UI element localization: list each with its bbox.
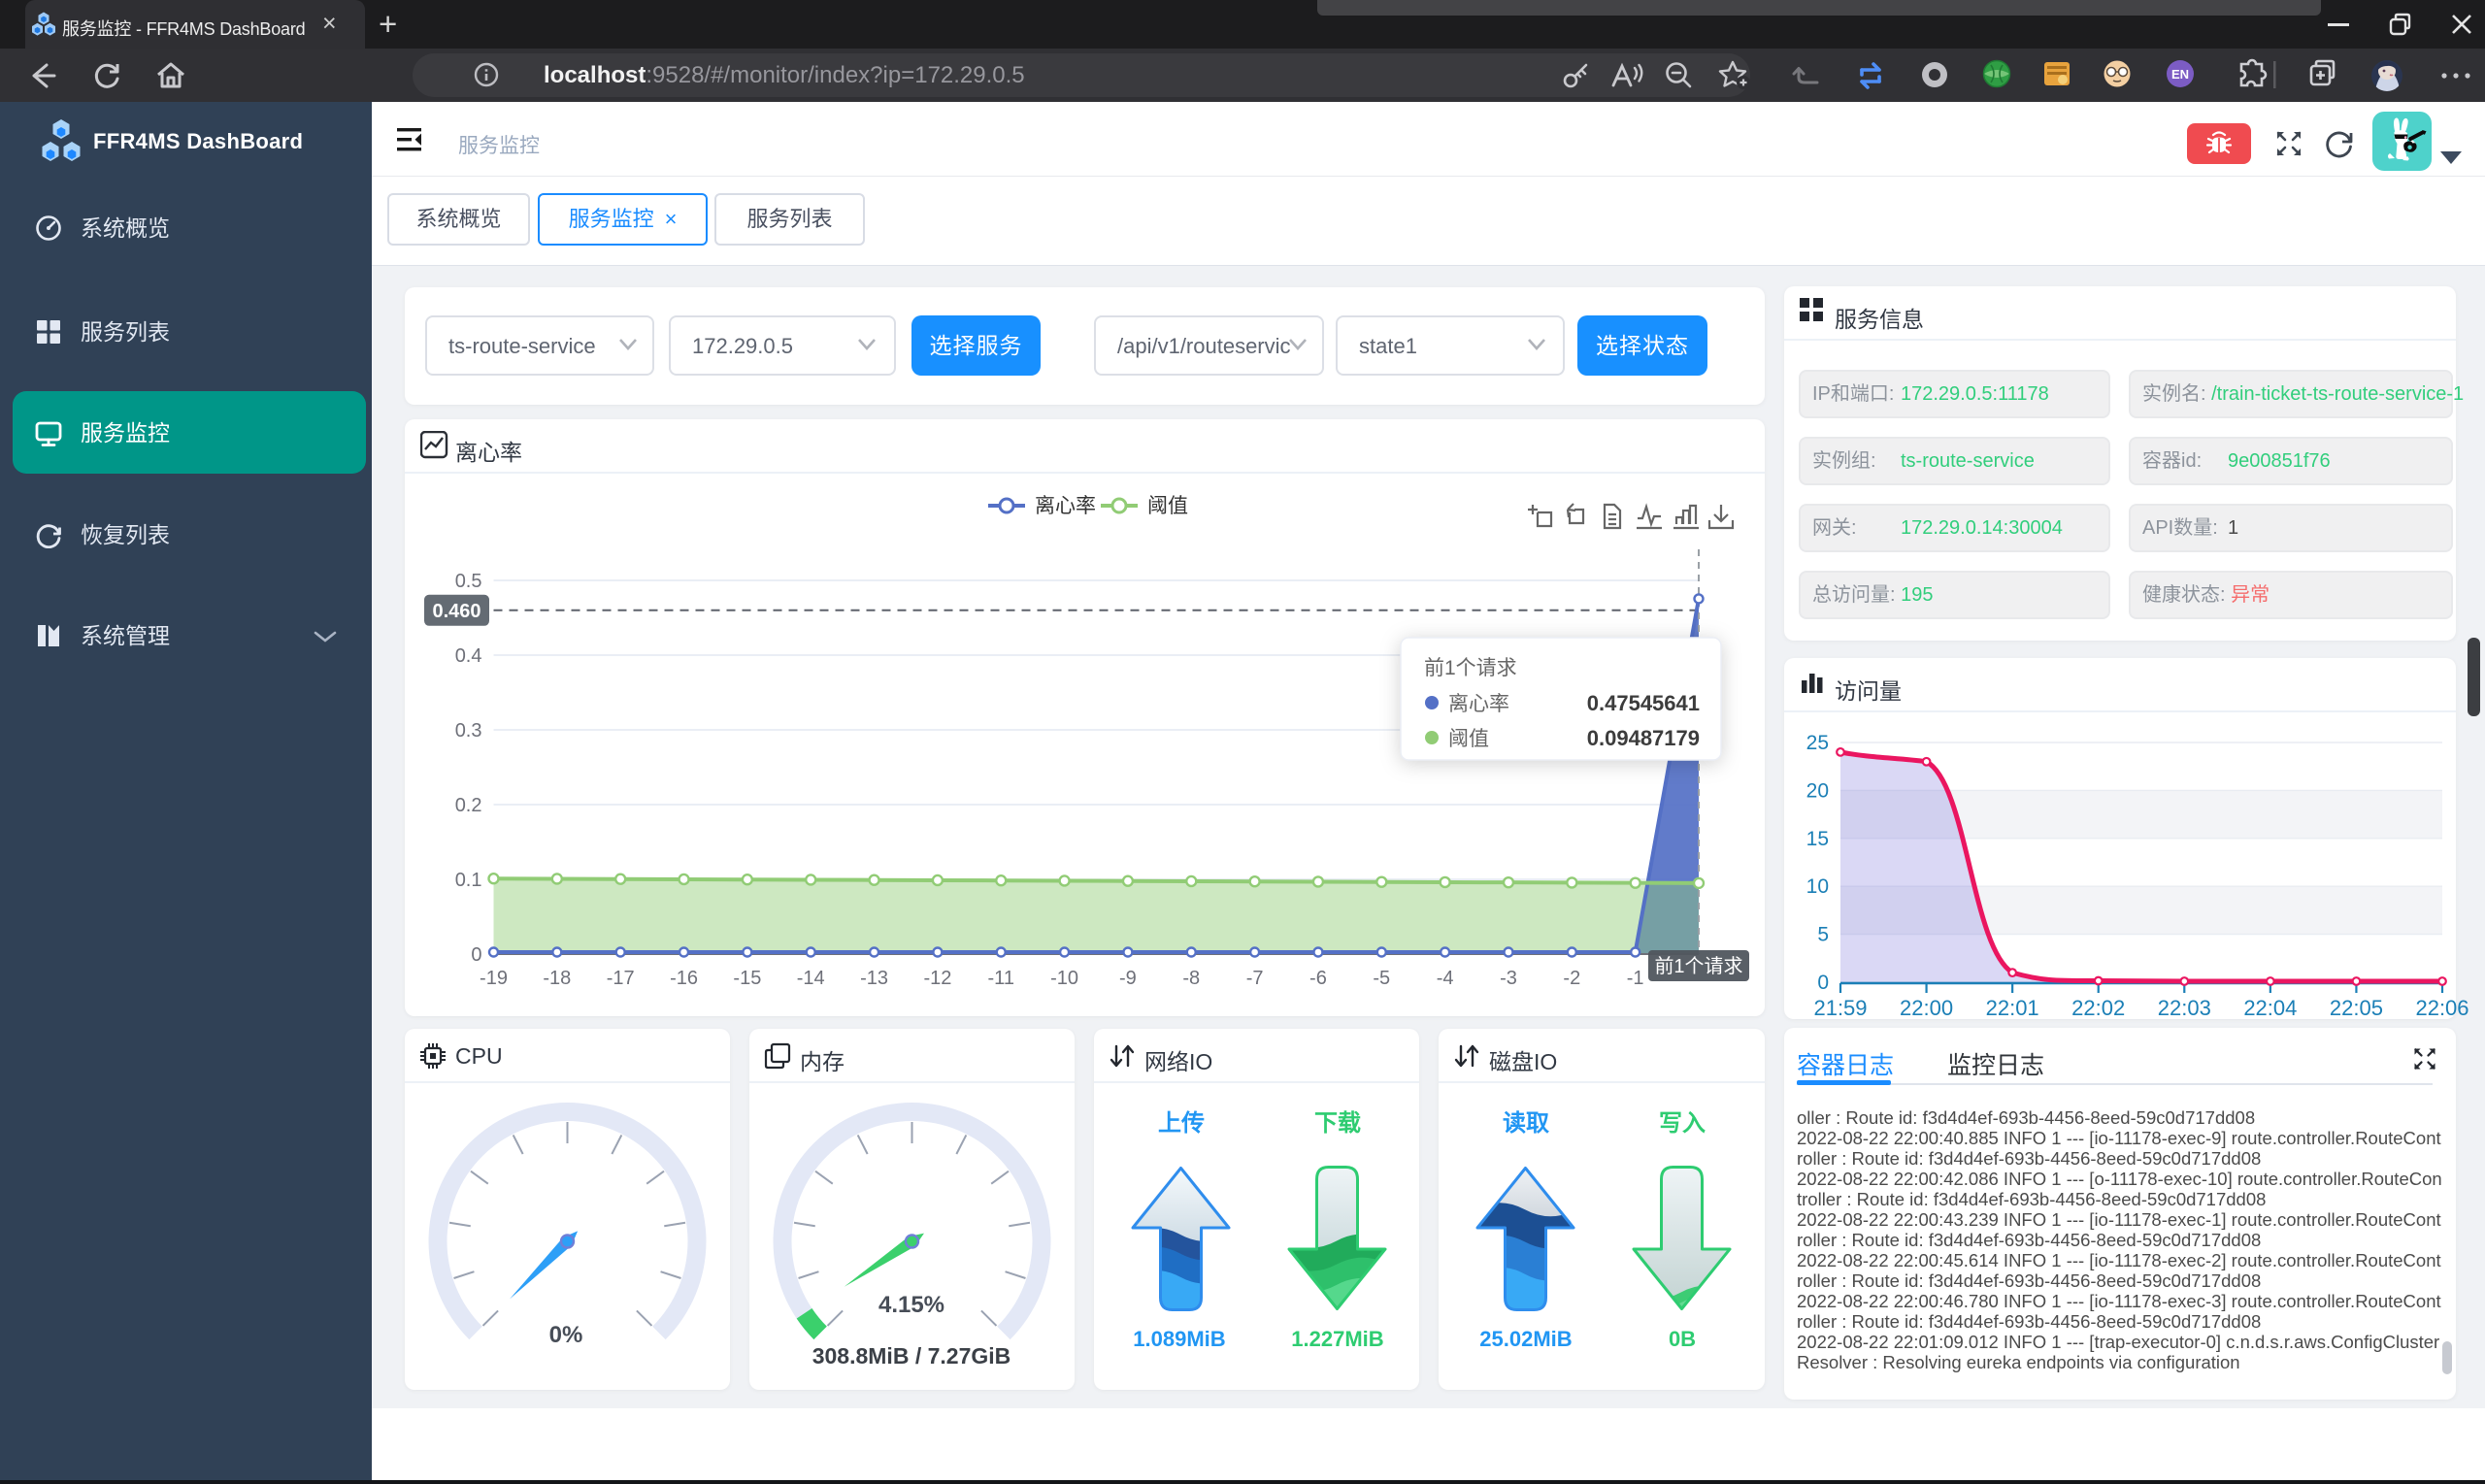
svg-text:15: 15 xyxy=(1806,828,1829,850)
svg-text:阈值: 阈值 xyxy=(1448,728,1489,750)
svg-text:-15: -15 xyxy=(733,968,761,989)
svg-text:-7: -7 xyxy=(1246,968,1264,989)
svg-text:-17: -17 xyxy=(607,968,635,989)
svg-text:-3: -3 xyxy=(1500,968,1517,989)
svg-text:前1个请求: 前1个请求 xyxy=(1424,657,1517,679)
svg-text:-19: -19 xyxy=(480,968,508,989)
svg-text:0.2: 0.2 xyxy=(455,795,482,816)
svg-text:22:06: 22:06 xyxy=(2415,996,2468,1019)
svg-text:-9: -9 xyxy=(1119,968,1137,989)
svg-text:离心率: 离心率 xyxy=(1035,495,1096,517)
svg-text:-18: -18 xyxy=(543,968,571,989)
svg-text:-5: -5 xyxy=(1373,968,1390,989)
svg-text:-16: -16 xyxy=(670,968,698,989)
svg-text:EN: EN xyxy=(2171,67,2189,82)
svg-text:0.460: 0.460 xyxy=(432,601,480,622)
svg-text:-1: -1 xyxy=(1627,968,1644,989)
svg-text:25: 25 xyxy=(1806,732,1829,754)
svg-text:0.3: 0.3 xyxy=(455,720,482,742)
svg-text:-2: -2 xyxy=(1563,968,1580,989)
svg-text:0: 0 xyxy=(471,944,481,966)
svg-text:阈值: 阈值 xyxy=(1147,495,1188,517)
svg-text:10: 10 xyxy=(1806,875,1829,898)
svg-text:22:03: 22:03 xyxy=(2158,996,2211,1019)
svg-text:22:01: 22:01 xyxy=(1986,996,2039,1019)
svg-text:-8: -8 xyxy=(1182,968,1200,989)
svg-text:-12: -12 xyxy=(923,968,951,989)
svg-text:-11: -11 xyxy=(988,968,1014,989)
svg-text:-14: -14 xyxy=(797,968,825,989)
svg-text:22:02: 22:02 xyxy=(2071,996,2125,1019)
svg-text:-13: -13 xyxy=(860,968,888,989)
svg-text:-6: -6 xyxy=(1309,968,1327,989)
svg-text:前1个请求: 前1个请求 xyxy=(1654,955,1742,977)
svg-text:0.4: 0.4 xyxy=(455,645,482,667)
svg-text:20: 20 xyxy=(1806,779,1829,802)
svg-text:21:59: 21:59 xyxy=(1813,996,1867,1019)
svg-text:0.09487179: 0.09487179 xyxy=(1587,726,1700,750)
svg-text:离心率: 离心率 xyxy=(1448,693,1509,715)
svg-text:22:00: 22:00 xyxy=(1900,996,1953,1019)
svg-text:0.1: 0.1 xyxy=(455,870,482,891)
svg-text:22:05: 22:05 xyxy=(2330,996,2383,1019)
svg-text:5: 5 xyxy=(1817,924,1829,946)
svg-text:0.47545641: 0.47545641 xyxy=(1587,691,1700,715)
svg-text:-4: -4 xyxy=(1437,968,1454,989)
svg-text:0: 0 xyxy=(1817,972,1829,994)
svg-text:22:04: 22:04 xyxy=(2243,996,2297,1019)
svg-text:-10: -10 xyxy=(1050,968,1078,989)
svg-text:0.5: 0.5 xyxy=(455,571,482,592)
